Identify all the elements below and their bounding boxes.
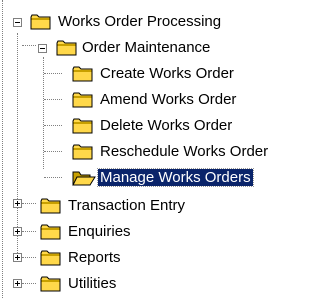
tree-item-reports[interactable]: Reports	[0, 246, 328, 270]
folder-closed-icon	[72, 118, 93, 134]
folder-closed-icon	[40, 276, 61, 292]
tree-item-label: Reports	[68, 249, 121, 266]
tree-item-enquiries[interactable]: Enquiries	[0, 220, 328, 244]
folder-closed-icon	[40, 224, 61, 240]
tree-item-label-selected: Manage Works Orders	[97, 168, 254, 187]
tree-item-delete-works-order[interactable]: Delete Works Order	[0, 114, 328, 138]
tree-item-label: Order Maintenance	[82, 39, 211, 56]
expand-icon[interactable]	[13, 253, 22, 262]
folder-closed-icon	[72, 92, 93, 108]
tree-item-amend-works-order[interactable]: Amend Works Order	[0, 88, 328, 112]
folder-closed-icon	[40, 250, 61, 266]
collapse-icon[interactable]	[38, 44, 47, 53]
expand-icon[interactable]	[13, 227, 22, 236]
minus-sign	[40, 48, 45, 49]
tree-item-label: Amend Works Order	[100, 91, 237, 108]
folder-closed-icon	[56, 40, 77, 56]
tree-view[interactable]: Works Order Processing Order Maintenance…	[0, 0, 328, 298]
tree-item-utilities[interactable]: Utilities	[0, 272, 328, 296]
tree-item-label: Enquiries	[68, 223, 131, 240]
tree-item-create-works-order[interactable]: Create Works Order	[0, 62, 328, 86]
collapse-icon[interactable]	[13, 18, 22, 27]
tree-item-label: Works Order Processing	[58, 13, 222, 30]
tree-item-label: Reschedule Works Order	[100, 143, 269, 160]
tree-item-label: Transaction Entry	[68, 197, 185, 214]
tree-item-works-order-processing[interactable]: Works Order Processing	[0, 10, 328, 34]
tree-item-label: Delete Works Order	[100, 117, 233, 134]
expand-icon[interactable]	[13, 279, 22, 288]
plus-sign-v	[17, 201, 18, 206]
folder-closed-icon	[40, 198, 61, 214]
folder-closed-icon	[30, 14, 51, 30]
tree-item-reschedule-works-order[interactable]: Reschedule Works Order	[0, 140, 328, 164]
plus-sign-v	[17, 281, 18, 286]
plus-sign-v	[17, 255, 18, 260]
expand-icon[interactable]	[13, 199, 22, 208]
folder-closed-icon	[72, 144, 93, 160]
minus-sign	[15, 22, 20, 23]
tree-item-label: Utilities	[68, 275, 117, 292]
tree-item-order-maintenance[interactable]: Order Maintenance	[0, 36, 328, 60]
tree-item-transaction-entry[interactable]: Transaction Entry	[0, 194, 328, 218]
tree-item-manage-works-orders[interactable]: Manage Works Orders	[0, 166, 328, 190]
plus-sign-v	[17, 229, 18, 234]
folder-open-icon	[72, 171, 96, 186]
folder-closed-icon	[72, 66, 93, 82]
tree-item-label: Create Works Order	[100, 65, 234, 82]
